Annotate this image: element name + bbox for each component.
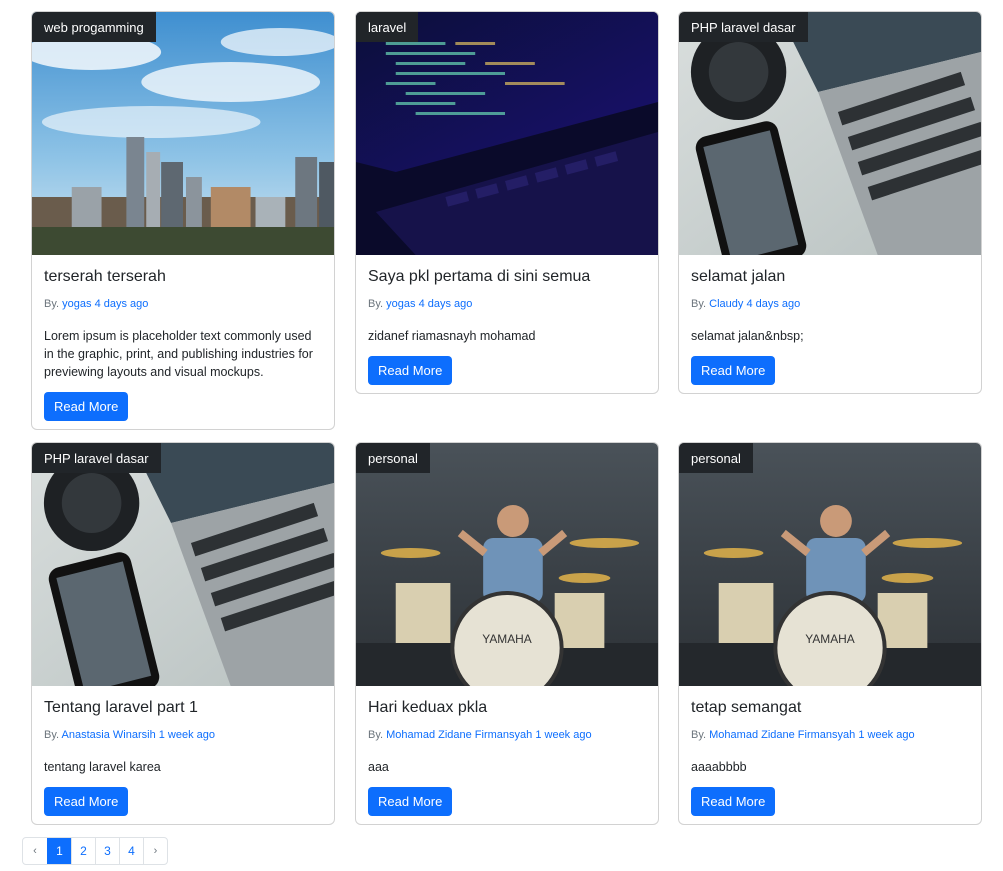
category-badge[interactable]: laravel [356,12,419,42]
post-time: 4 days ago [94,298,149,310]
read-more-button[interactable]: Read More [368,356,453,385]
read-more-button[interactable]: Read More [44,392,129,421]
post-time: 4 days ago [418,298,473,310]
post-excerpt: aaa [368,760,389,774]
svg-text:YAMAHA: YAMAHA [805,632,854,646]
post-card: PHP laravel dasar selamat jalan By. Clau… [678,11,982,394]
post-title: tetap semangat [691,699,802,716]
category-badge[interactable]: personal [679,443,753,473]
post-excerpt: zidanef riamasnayh mohamad [368,329,536,343]
by-label: By. [691,729,707,741]
post-image-laptop-phone: PHP laravel dasar [679,12,981,255]
by-label: By. [44,298,60,310]
author-link[interactable]: yogas [62,298,91,310]
author-link[interactable]: Anastasia Winarsih [62,729,156,741]
post-title: selamat jalan [691,268,786,285]
pagination: ‹ 1 2 3 4 › [22,837,168,865]
author-link[interactable]: Claudy [709,298,743,310]
post-card: YAMAHA personal tetap semangat By. Moham… [678,442,982,825]
by-label: By. [44,729,60,741]
pagination-page-2[interactable]: 2 [71,838,95,864]
post-image-drummer: YAMAHA personal [679,443,981,686]
post-title: terserah terserah [44,268,166,285]
post-image-laptop-phone: PHP laravel dasar [32,443,334,686]
read-more-button[interactable]: Read More [691,356,776,385]
by-label: By. [368,298,384,310]
svg-text:YAMAHA: YAMAHA [482,632,531,646]
post-meta: By. Mohamad Zidane Firmansyah 1 week ago [691,728,969,742]
post-image-drummer: YAMAHA personal [356,443,658,686]
post-meta: By. Anastasia Winarsih 1 week ago [44,728,322,742]
post-time: 1 week ago [858,729,915,741]
post-time: 1 week ago [535,729,592,741]
post-excerpt: aaaabbbb [691,760,747,774]
post-title: Saya pkl pertama di sini semua [368,268,591,285]
post-card: PHP laravel dasar Tentang laravel part 1… [31,442,335,825]
post-card: YAMAHA personal Hari keduax pkla By. Moh… [355,442,659,825]
author-link[interactable]: yogas [386,298,415,310]
category-badge[interactable]: PHP laravel dasar [32,443,161,473]
post-meta: By. yogas 4 days ago [368,297,646,311]
post-title: Tentang laravel part 1 [44,699,198,716]
post-time: 4 days ago [746,298,801,310]
category-badge[interactable]: PHP laravel dasar [679,12,808,42]
post-excerpt: tentang laravel karea [44,760,161,774]
by-label: By. [368,729,384,741]
post-meta: By. Mohamad Zidane Firmansyah 1 week ago [368,728,646,742]
author-link[interactable]: Mohamad Zidane Firmansyah [709,729,855,741]
by-label: By. [691,298,707,310]
category-badge[interactable]: personal [356,443,430,473]
read-more-button[interactable]: Read More [368,787,453,816]
read-more-button[interactable]: Read More [691,787,776,816]
author-link[interactable]: Mohamad Zidane Firmansyah [386,729,532,741]
post-meta: By. yogas 4 days ago [44,297,322,311]
post-card: laravel Saya pkl pertama di sini semua B… [355,11,659,394]
pagination-page-4[interactable]: 4 [119,838,143,864]
post-time: 1 week ago [158,729,216,741]
category-badge[interactable]: web progamming [32,12,156,42]
pagination-page-1[interactable]: 1 [47,838,71,864]
post-image-laptop-code: laravel [356,12,658,255]
read-more-button[interactable]: Read More [44,787,129,816]
post-title: Hari keduax pkla [368,699,488,716]
pagination-prev[interactable]: ‹ [23,838,47,864]
pagination-next[interactable]: › [143,838,167,864]
post-excerpt: selamat jalan&nbsp; [691,329,804,343]
post-meta: By. Claudy 4 days ago [691,297,969,311]
post-image-city-skyline: web progamming [32,12,334,255]
post-excerpt: Lorem ipsum is placeholder text commonly… [44,329,313,379]
pagination-page-3[interactable]: 3 [95,838,119,864]
post-card: web progamming terserah terserah By. yog… [31,11,335,430]
